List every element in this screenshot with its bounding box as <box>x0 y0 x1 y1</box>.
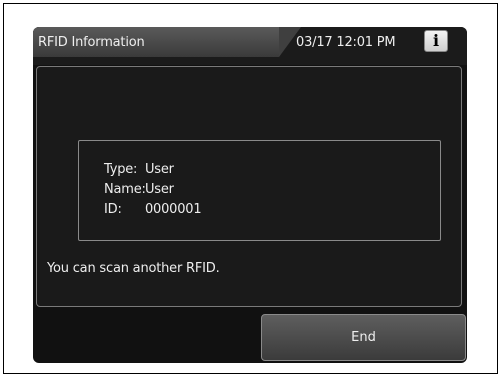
content-panel: Type: User Name: User ID: 0000001 You ca… <box>36 66 462 307</box>
title-tab: RFID Information <box>33 27 301 57</box>
date-time-display: 03/17 12:01 PM <box>296 35 396 50</box>
info-button[interactable]: i <box>424 30 448 52</box>
type-value: User <box>144 162 174 177</box>
status-message: You can scan another RFID. <box>47 261 220 276</box>
page-title: RFID Information <box>38 35 145 50</box>
id-value: 0000001 <box>144 202 202 217</box>
name-row: Name: User <box>104 182 174 197</box>
device-screen: RFID Information 03/17 12:01 PM i Type: … <box>33 27 467 363</box>
name-value: User <box>144 182 174 197</box>
end-button-label: End <box>351 330 376 345</box>
info-icon: i <box>432 31 440 50</box>
type-row: Type: User <box>104 162 174 177</box>
name-label: Name: <box>104 182 146 197</box>
id-row: ID: 0000001 <box>104 202 202 217</box>
end-button[interactable]: End <box>261 314 466 361</box>
type-label: Type: <box>104 162 138 177</box>
header-bar: RFID Information 03/17 12:01 PM i <box>33 27 467 65</box>
rfid-details-box: Type: User Name: User ID: 0000001 <box>78 140 441 241</box>
id-label: ID: <box>104 202 122 217</box>
